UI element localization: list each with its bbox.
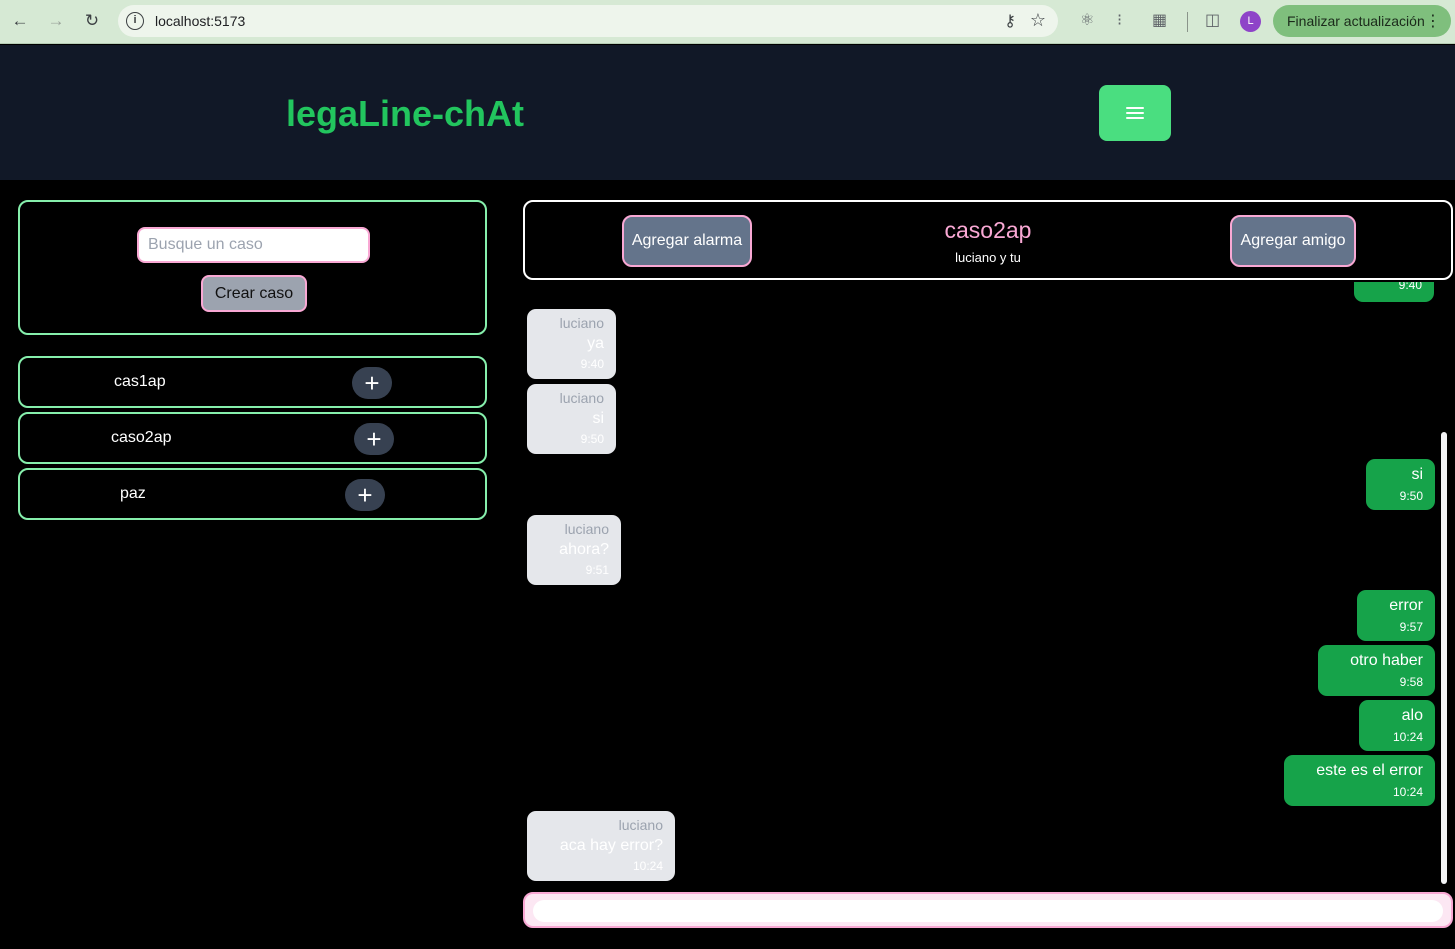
scrollbar-thumb[interactable]: [1441, 432, 1447, 884]
message-input[interactable]: [533, 900, 1443, 922]
message-text: otro haber: [1350, 652, 1423, 669]
app-header: legaLine-chAt: [0, 45, 1455, 180]
case-item[interactable]: caso2ap +: [18, 412, 487, 464]
incoming-message: luciano ahora? 9:51: [527, 515, 621, 585]
browser-toolbar: ← → ↻ i localhost:5173 ⚷ ☆ ⚛ ⁝ ▦ ◫ L Fin…: [0, 0, 1455, 44]
message-time: 9:40: [580, 357, 604, 371]
extensions-puzzle-icon[interactable]: ▦: [1152, 10, 1167, 30]
message-time: 9:50: [580, 432, 604, 446]
react-devtools-icon[interactable]: ⚛: [1080, 10, 1094, 30]
create-case-button[interactable]: Crear caso: [201, 275, 307, 312]
outgoing-message: 9:40: [1354, 282, 1434, 302]
extension-dots-icon[interactable]: ⁝: [1117, 10, 1122, 30]
password-key-icon[interactable]: ⚷: [1004, 11, 1016, 31]
chat-header: Agregar alarma caso2ap luciano y tu Agre…: [523, 200, 1453, 280]
message-time: 9:51: [585, 563, 609, 577]
case-name: paz: [120, 485, 146, 502]
incoming-message: luciano ya 9:40: [527, 309, 616, 379]
message-time: 9:40: [1398, 282, 1422, 292]
message-time: 9:57: [1399, 620, 1423, 634]
plus-icon: +: [364, 368, 380, 398]
back-icon[interactable]: ←: [7, 8, 33, 34]
outgoing-message: otro haber 9:58: [1318, 645, 1435, 696]
case-item[interactable]: cas1ap +: [18, 356, 487, 408]
case-search-panel: Crear caso: [18, 200, 487, 335]
case-search-input[interactable]: [137, 227, 370, 263]
message-text: si: [592, 410, 604, 427]
case-name: cas1ap: [114, 373, 166, 390]
message-composer: [523, 892, 1453, 928]
case-item[interactable]: paz +: [18, 468, 487, 520]
message-text: si: [1411, 466, 1423, 483]
url-text: localhost:5173: [155, 13, 246, 29]
message-author: luciano: [564, 521, 609, 537]
add-to-case-button[interactable]: +: [352, 367, 392, 399]
hamburger-menu-button[interactable]: [1099, 85, 1171, 141]
message-text: error: [1389, 597, 1423, 614]
forward-icon[interactable]: →: [43, 8, 69, 34]
message-author: luciano: [559, 315, 604, 331]
add-to-case-button[interactable]: +: [354, 423, 394, 455]
address-bar[interactable]: i localhost:5173 ⚷ ☆: [118, 5, 1058, 37]
update-button[interactable]: Finalizar actualización ⋮: [1273, 5, 1451, 37]
message-list: 9:40 luciano ya 9:40 luciano si 9:50 si …: [523, 282, 1439, 886]
message-author: luciano: [618, 817, 663, 833]
toolbar-divider: [1187, 12, 1188, 32]
outgoing-message: si 9:50: [1366, 459, 1435, 510]
message-time: 9:58: [1399, 675, 1423, 689]
case-name: caso2ap: [111, 429, 172, 446]
message-text: ya: [587, 335, 604, 352]
incoming-message: luciano si 9:50: [527, 384, 616, 454]
message-text: este es el error: [1316, 762, 1423, 779]
message-text: ahora?: [559, 541, 609, 558]
message-time: 10:24: [1392, 785, 1423, 799]
more-menu-icon[interactable]: ⋮: [1425, 11, 1441, 31]
add-to-case-button[interactable]: +: [345, 479, 385, 511]
incoming-message: luciano aca hay error? 10:24: [527, 811, 675, 881]
outgoing-message: alo 10:24: [1359, 700, 1435, 751]
app-title: legaLine-chAt: [286, 93, 525, 134]
message-author: luciano: [559, 390, 604, 406]
outgoing-message: este es el error 10:24: [1284, 755, 1435, 806]
bookmark-star-icon[interactable]: ☆: [1030, 10, 1046, 31]
plus-icon: +: [357, 480, 373, 510]
message-time: 9:50: [1399, 489, 1423, 503]
message-scrollbar[interactable]: [1439, 282, 1452, 886]
message-text: alo: [1401, 707, 1423, 724]
site-info-icon[interactable]: i: [126, 12, 144, 30]
reload-icon[interactable]: ↻: [79, 8, 105, 34]
hamburger-icon: [1126, 107, 1144, 119]
update-button-label: Finalizar actualización: [1287, 13, 1425, 29]
message-time: 10:24: [632, 859, 663, 873]
message-text: aca hay error?: [559, 837, 663, 854]
profile-avatar[interactable]: L: [1240, 11, 1261, 32]
message-time: 10:24: [1392, 730, 1423, 744]
outgoing-message: error 9:57: [1357, 590, 1435, 641]
plus-icon: +: [366, 424, 382, 454]
add-friend-button[interactable]: Agregar amigo: [1230, 215, 1356, 267]
side-panel-icon[interactable]: ◫: [1205, 10, 1220, 30]
